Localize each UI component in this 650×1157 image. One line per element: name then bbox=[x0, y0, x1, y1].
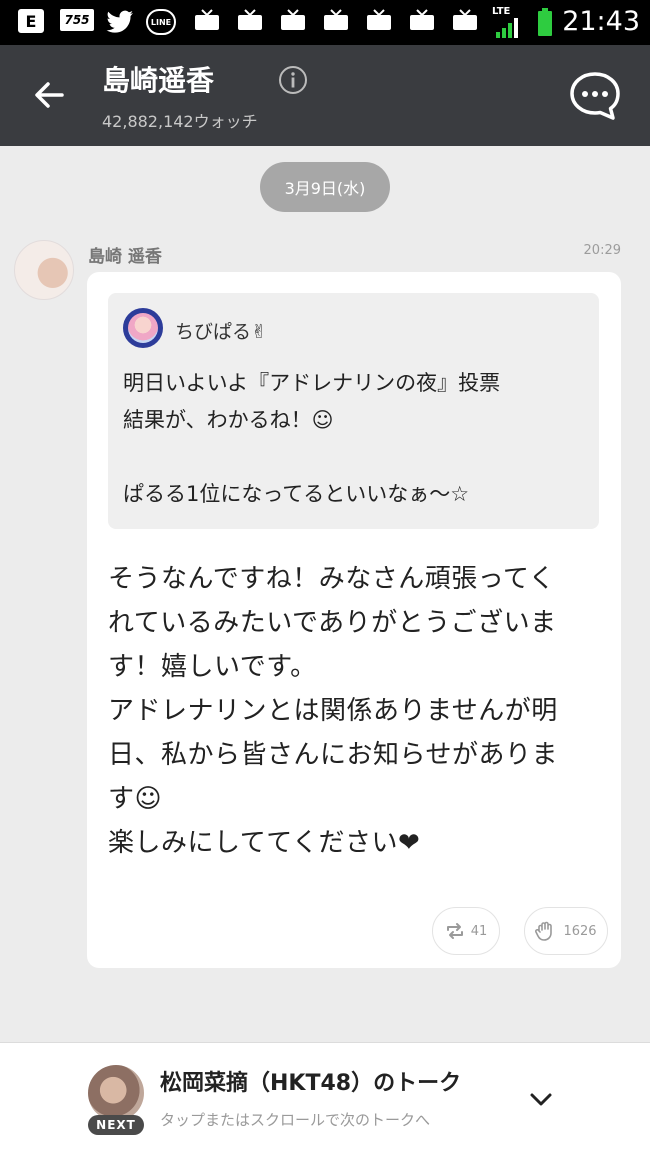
tv-icon bbox=[366, 9, 392, 31]
status-bar: E 755 LINE LTE 21:43 bbox=[0, 0, 650, 45]
e-notify-icon: E bbox=[18, 9, 44, 33]
next-talk-expand-button[interactable] bbox=[526, 1087, 556, 1111]
line-label: LINE bbox=[150, 17, 172, 27]
back-button[interactable] bbox=[28, 73, 72, 117]
quoted-comment[interactable]: ちびぱる✌ 明日いよいよ『アドレナリンの夜』投票 結果が、わかるね！☺ ぱるる1… bbox=[108, 293, 599, 529]
info-button[interactable] bbox=[278, 65, 308, 95]
quoted-text: 明日いよいよ『アドレナリンの夜』投票 結果が、わかるね！☺ ぱるる1位になってる… bbox=[123, 371, 501, 506]
comment-bubble-icon bbox=[570, 72, 620, 120]
date-separator: 3月9日(水) bbox=[260, 162, 390, 212]
755-app-icon: 755 bbox=[60, 9, 94, 31]
next-talk-avatar bbox=[88, 1065, 144, 1121]
repost-button[interactable]: 41 bbox=[432, 907, 500, 955]
next-talk-title: 松岡菜摘（HKT48）のトーク bbox=[160, 1071, 462, 1096]
comment-button[interactable] bbox=[568, 71, 622, 121]
info-icon bbox=[279, 66, 307, 94]
tv-icon bbox=[452, 9, 478, 31]
next-badge: NEXT bbox=[88, 1115, 144, 1135]
tv-icon bbox=[280, 9, 306, 31]
post-body-text: そうなんですね！みなさん頑張ってく れているみたいでありがとうございま す！嬉し… bbox=[108, 564, 558, 858]
tv-icon bbox=[237, 9, 263, 31]
755-label: 755 bbox=[64, 13, 90, 27]
talk-header: 島崎遥香 42,882,142ウォッチ bbox=[0, 45, 650, 146]
battery-icon bbox=[538, 8, 552, 36]
status-time: 21:43 bbox=[562, 6, 640, 37]
tv-icon bbox=[409, 9, 435, 31]
post-author-name: 島崎 遥香 bbox=[88, 247, 162, 267]
chevron-down-icon bbox=[530, 1093, 552, 1106]
next-talk-bar[interactable]: NEXT 松岡菜摘（HKT48）のトーク タップまたはスクロールで次のトークへ bbox=[0, 1042, 650, 1157]
tv-icon bbox=[194, 9, 220, 31]
repost-icon bbox=[446, 923, 463, 939]
page-title: 島崎遥香 bbox=[102, 64, 215, 97]
twitter-icon bbox=[106, 9, 134, 35]
quoted-author-name: ちびぱる✌ bbox=[175, 321, 267, 343]
author-avatar[interactable] bbox=[14, 240, 74, 300]
like-count: 1626 bbox=[563, 923, 597, 939]
post-timestamp: 20:29 bbox=[583, 243, 621, 258]
tv-icon bbox=[323, 9, 349, 31]
repost-count: 41 bbox=[470, 923, 488, 939]
line-app-icon: LINE bbox=[146, 9, 176, 35]
next-talk-hint: タップまたはスクロールで次のトークへ bbox=[160, 1111, 431, 1129]
quoted-avatar bbox=[123, 308, 163, 348]
lte-signal-icon bbox=[496, 18, 518, 38]
back-arrow-icon bbox=[35, 82, 64, 108]
watch-count: 42,882,142ウォッチ bbox=[102, 112, 258, 131]
clap-hand-icon bbox=[535, 921, 553, 941]
e-notify-label: E bbox=[25, 11, 37, 31]
like-button[interactable]: 1626 bbox=[524, 907, 608, 955]
post-card: ちびぱる✌ 明日いよいよ『アドレナリンの夜』投票 結果が、わかるね！☺ ぱるる1… bbox=[87, 272, 621, 968]
